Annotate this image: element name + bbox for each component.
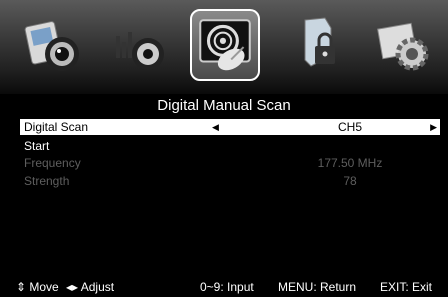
digital-scan-label: Digital Scan <box>24 120 89 134</box>
start-label: Start <box>24 139 50 153</box>
return-hint: MENU: Return <box>278 280 357 294</box>
footer-hints: ⇕ Move ◂▸ Adjust 0~9: Input MENU: Return… <box>0 279 448 295</box>
adjust-hint: ◂▸ Adjust <box>66 280 115 294</box>
move-hint: ⇕ Move <box>16 280 59 294</box>
input-hint: 0~9: Input <box>200 280 254 294</box>
page-title: Digital Manual Scan <box>157 97 291 114</box>
right-arrow-icon[interactable]: ▶ <box>430 119 437 135</box>
channel-icon[interactable] <box>190 9 260 81</box>
frequency-row: Frequency 177.50 MHz <box>20 155 440 171</box>
exit-hint: EXIT: Exit <box>380 280 433 294</box>
digital-scan-value: CH5 <box>337 120 362 134</box>
strength-label: Strength <box>24 174 70 188</box>
frequency-label: Frequency <box>24 156 81 170</box>
setup-icon[interactable] <box>372 12 436 76</box>
sound-icon[interactable] <box>108 12 172 76</box>
left-arrow-icon[interactable]: ◀ <box>212 119 219 135</box>
start-row[interactable]: Start <box>20 138 440 154</box>
lock-icon[interactable] <box>285 12 349 76</box>
frequency-value: 177.50 MHz <box>317 156 383 170</box>
digital-scan-row[interactable]: Digital Scan ◀ CH5 ▶ <box>20 119 440 135</box>
menu-icon-bar <box>0 0 448 94</box>
strength-row: Strength 78 <box>20 173 440 189</box>
strength-value: 78 <box>343 174 357 188</box>
picture-icon[interactable] <box>22 12 86 76</box>
